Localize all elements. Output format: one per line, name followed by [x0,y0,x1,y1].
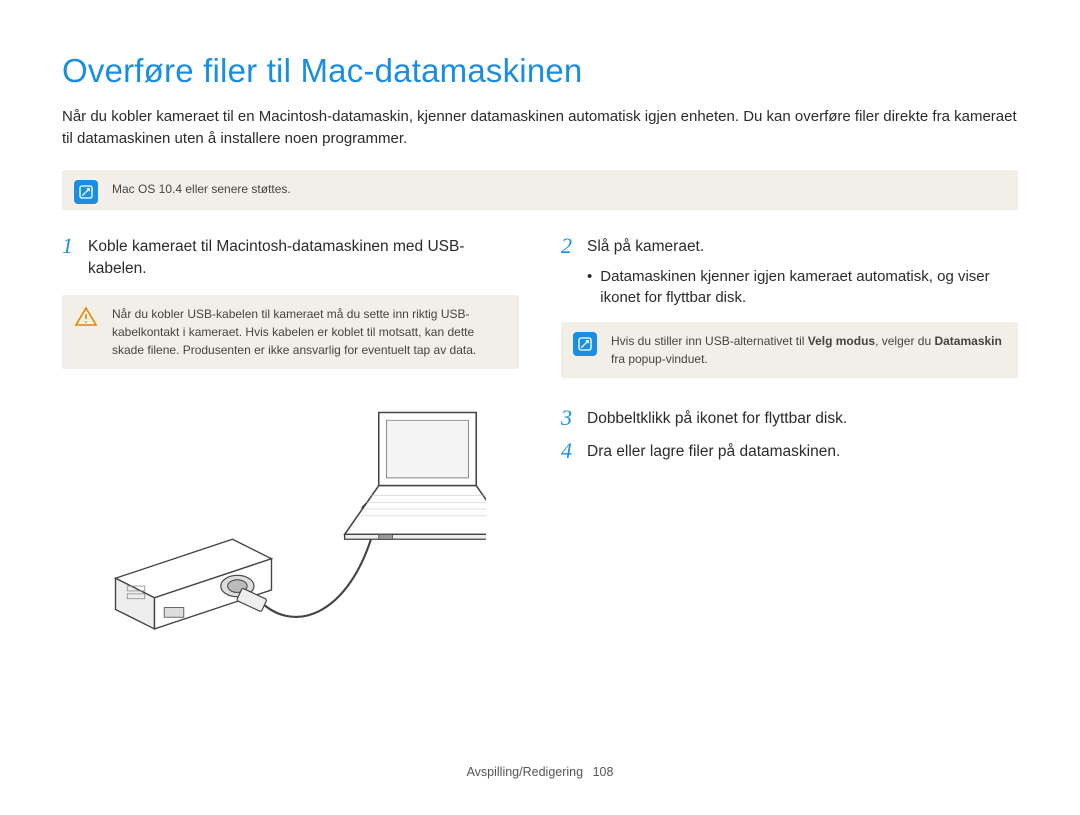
step-2-text: Slå på kameraet. [587,234,704,258]
step-3-text: Dobbeltklikk på ikonet for flyttbar disk… [587,406,847,430]
step-4-num: 4 [561,439,577,462]
info-icon [573,332,597,356]
step-1: 1 Koble kameraet til Macintosh-datamaski… [62,234,519,281]
step-2-bullet-text: Datamaskinen kjenner igjen kameraet auto… [600,266,1018,308]
connection-illustration [62,393,519,637]
step-2: 2 Slå på kameraet. [561,234,1018,258]
footer-page-number: 108 [593,765,614,779]
bullet-dot: • [587,266,592,308]
step-3-num: 3 [561,406,577,429]
note-top-text: Mac OS 10.4 eller senere støttes. [112,180,1004,198]
right-column: 2 Slå på kameraet. • Datamaskinen kjenne… [561,234,1018,637]
step-3: 3 Dobbeltklikk på ikonet for flyttbar di… [561,406,1018,430]
page-footer: Avspilling/Redigering 108 [0,764,1080,782]
warning-box: Når du kobler USB-kabelen til kameraet m… [62,295,519,369]
step-1-num: 1 [62,234,78,257]
step-4-text: Dra eller lagre filer på datamaskinen. [587,439,840,463]
step-2-bullet: • Datamaskinen kjenner igjen kameraet au… [587,266,1018,308]
warning-text: Når du kobler USB-kabelen til kameraet m… [112,305,505,359]
page-title: Overføre filer til Mac-datamaskinen [62,48,1018,94]
step-1-text: Koble kameraet til Macintosh-datamaskine… [88,234,519,281]
note-top: Mac OS 10.4 eller senere støttes. [62,170,1018,210]
warning-icon [74,305,98,329]
note-right: Hvis du stiller inn USB-alternativet til… [561,322,1018,378]
step-2-num: 2 [561,234,577,257]
left-column: 1 Koble kameraet til Macintosh-datamaski… [62,234,519,637]
info-icon [74,180,98,204]
intro-text: Når du kobler kameraet til en Macintosh-… [62,106,1018,150]
step-4: 4 Dra eller lagre filer på datamaskinen. [561,439,1018,463]
note-right-text: Hvis du stiller inn USB-alternativet til… [611,332,1004,368]
footer-label: Avspilling/Redigering [467,765,584,779]
